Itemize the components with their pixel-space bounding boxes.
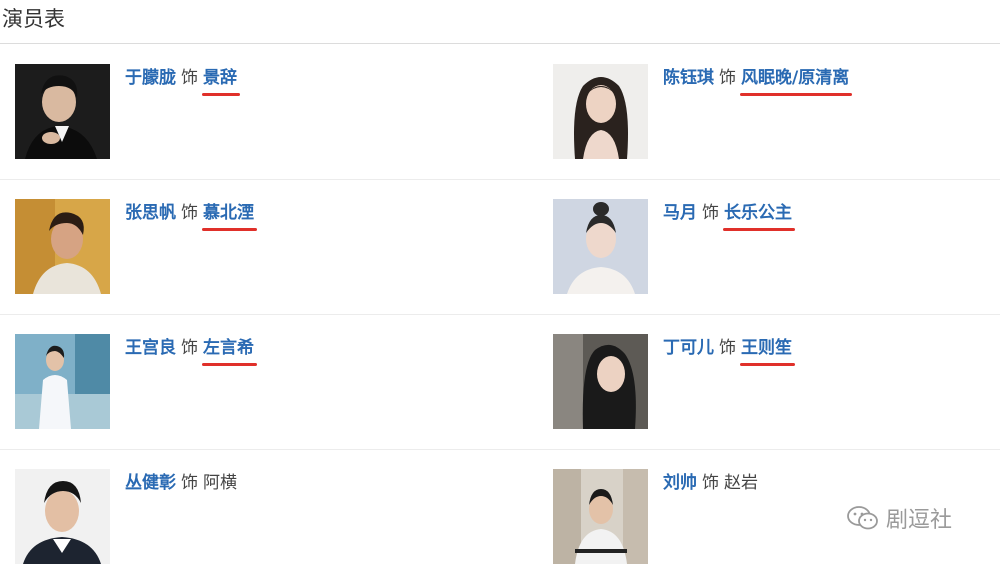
actor-name-link[interactable]: 张思帆 (125, 203, 176, 223)
wechat-icon (847, 506, 878, 530)
plays-label: 饰 (181, 68, 198, 88)
role-name-link[interactable]: 景辞 (202, 66, 240, 96)
actor-photo[interactable] (553, 469, 648, 564)
watermark: 剧逗社 (846, 502, 952, 534)
cast-card: 陈钰琪饰风眠晚/原清离 (553, 64, 1000, 164)
cast-card: 丛健彰饰阿横 (15, 469, 475, 569)
plays-label: 饰 (719, 68, 736, 88)
actor-name-link[interactable]: 刘帅 (663, 473, 697, 493)
actor-name-link[interactable]: 于朦胧 (125, 68, 176, 88)
plays-label: 饰 (702, 203, 719, 223)
role-name-link[interactable]: 长乐公主 (723, 201, 795, 231)
plays-label: 饰 (181, 203, 198, 223)
cast-card: 于朦胧饰景辞 (15, 64, 475, 164)
watermark-text: 剧逗社 (886, 508, 953, 533)
actor-name-link[interactable]: 丛健彰 (125, 473, 176, 493)
actor-photo[interactable] (15, 64, 110, 159)
actor-name-link[interactable]: 马月 (663, 203, 697, 223)
plays-label: 饰 (702, 473, 719, 493)
cast-card: 丁可儿饰王则笙 (553, 334, 1000, 434)
actor-photo[interactable] (15, 469, 110, 564)
role-name-link[interactable]: 慕北湮 (202, 201, 257, 231)
title-divider (0, 43, 1000, 44)
actor-photo[interactable] (15, 199, 110, 294)
actor-name-link[interactable]: 丁可儿 (663, 338, 714, 358)
role-name-link[interactable]: 风眠晚/原清离 (739, 66, 853, 96)
role-name: 阿横 (203, 473, 237, 493)
actor-photo[interactable] (553, 64, 648, 159)
actor-photo[interactable] (553, 199, 648, 294)
actor-photo[interactable] (15, 334, 110, 429)
role-name-link[interactable]: 左言希 (202, 336, 257, 366)
cast-card: 马月饰长乐公主 (553, 199, 1000, 299)
actor-name-link[interactable]: 王宫良 (125, 338, 176, 358)
row-divider (0, 449, 1000, 450)
actor-photo[interactable] (553, 334, 648, 429)
cast-card: 张思帆饰慕北湮 (15, 199, 475, 299)
row-divider (0, 314, 1000, 315)
page-title: 演员表 (2, 7, 65, 31)
cast-card: 王宫良饰左言希 (15, 334, 475, 434)
role-name-link[interactable]: 王则笙 (740, 336, 795, 366)
plays-label: 饰 (181, 473, 198, 493)
row-divider (0, 179, 1000, 180)
plays-label: 饰 (181, 338, 198, 358)
actor-name-link[interactable]: 陈钰琪 (663, 68, 714, 88)
plays-label: 饰 (719, 338, 736, 358)
role-name: 赵岩 (724, 473, 758, 493)
